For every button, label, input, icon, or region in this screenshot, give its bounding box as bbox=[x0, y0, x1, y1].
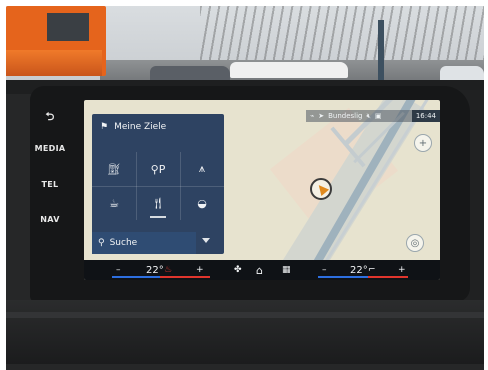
mute-icon: 🔇︎ bbox=[366, 111, 371, 120]
search-icon: ⚲ bbox=[98, 238, 105, 248]
right-temp-cold-bar bbox=[318, 276, 368, 278]
apps-grid-icon[interactable]: ▦ bbox=[282, 260, 291, 280]
fast-food-icon[interactable]: ◒ bbox=[180, 186, 224, 220]
flag-icon: ⚑ bbox=[100, 122, 109, 132]
plow-blade bbox=[6, 50, 102, 76]
settings-icon: ◎ bbox=[410, 237, 420, 249]
navigation-arrow-icon: ➤ bbox=[318, 112, 325, 120]
phone-icon: ▣ bbox=[374, 112, 382, 120]
chevron-down-icon[interactable] bbox=[202, 238, 210, 243]
lower-dashboard-edge bbox=[6, 312, 484, 318]
parking-search-icon[interactable]: ⚲P bbox=[136, 152, 180, 186]
snow-plow-truck bbox=[6, 6, 106, 76]
parked-car bbox=[230, 62, 348, 78]
zoom-in-button[interactable]: + bbox=[414, 134, 432, 152]
road-name: Bundeslig bbox=[328, 112, 363, 120]
search-field[interactable]: ⚲ Suche bbox=[92, 232, 196, 254]
lower-dashboard-panel bbox=[6, 300, 484, 364]
plus-icon: + bbox=[418, 137, 428, 149]
status-strip: ⌁ ➤ Bundeslig 🔇︎ ▣ 16:44 bbox=[306, 110, 440, 122]
left-temp-cold-bar bbox=[112, 276, 160, 278]
destinations-header[interactable]: ⚑ Meine Ziele bbox=[92, 114, 224, 140]
search-label: Suche bbox=[109, 238, 138, 248]
selection-indicator bbox=[150, 216, 166, 218]
picnic-table-icon[interactable]: ⩚ bbox=[180, 152, 224, 186]
clock: 16:44 bbox=[411, 110, 440, 122]
position-arrow-icon bbox=[314, 181, 330, 197]
vehicle-position-marker bbox=[310, 178, 332, 200]
coffee-icon[interactable]: ☕︎ bbox=[92, 186, 136, 220]
tel-button[interactable]: TEL bbox=[30, 180, 70, 189]
map-settings-button[interactable]: ◎ bbox=[406, 234, 424, 252]
destinations-title: Meine Ziele bbox=[114, 122, 167, 132]
right-temp-warm-bar bbox=[368, 276, 408, 278]
destinations-panel: ⚑ Meine Ziele ⛽︎ ⚲P ⩚ ☕︎ 🍴︎ ◒ ⚲ Suche bbox=[92, 114, 224, 254]
fan-icon[interactable]: ✤ bbox=[234, 260, 242, 280]
left-temp-warm-bar bbox=[160, 276, 210, 278]
home-icon[interactable]: ⌂ bbox=[256, 260, 263, 280]
car-dashboard-photo: ⮌ MEDIA TEL NAV ⌁ ➤ Bundeslig 🔇︎ ▣ 16:44… bbox=[0, 0, 488, 370]
sign-pole bbox=[378, 20, 384, 80]
restaurant-icon[interactable]: 🍴︎ bbox=[136, 186, 180, 220]
nav-button[interactable]: NAV bbox=[30, 215, 70, 224]
infotainment-screen: ⌁ ➤ Bundeslig 🔇︎ ▣ 16:44 + ◎ ⚑ Meine Zie… bbox=[84, 100, 440, 280]
back-button[interactable]: ⮌ bbox=[30, 108, 70, 127]
fuel-icon[interactable]: ⛽︎ bbox=[92, 152, 136, 186]
truck-cab bbox=[44, 10, 92, 44]
media-button[interactable]: MEDIA bbox=[30, 144, 70, 153]
signal-icon: ⌁ bbox=[310, 112, 315, 120]
